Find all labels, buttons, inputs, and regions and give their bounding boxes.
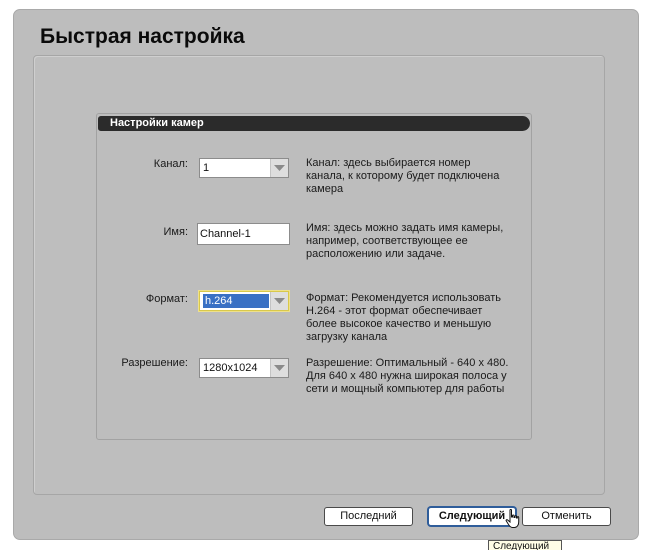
chevron-down-icon[interactable] bbox=[270, 359, 288, 377]
format-select-value: h.264 bbox=[203, 294, 269, 308]
format-select[interactable]: h.264 bbox=[199, 291, 289, 311]
group-header: Настройки камер bbox=[98, 116, 530, 131]
channel-select[interactable]: 1 bbox=[199, 158, 289, 178]
resolution-label: Разрешение: bbox=[121, 357, 188, 369]
format-label: Формат: bbox=[145, 293, 188, 305]
hand-pointer-icon bbox=[505, 509, 520, 528]
resolution-select-value: 1280x1024 bbox=[203, 362, 258, 374]
channel-description: Канал: здесь выбирается номер канала, к … bbox=[306, 157, 500, 195]
chevron-down-icon[interactable] bbox=[270, 292, 288, 310]
next-button[interactable]: Следующий bbox=[428, 507, 516, 526]
resolution-select[interactable]: 1280x1024 bbox=[199, 358, 289, 378]
channel-select-value: 1 bbox=[203, 162, 210, 174]
cancel-button[interactable]: Отменить bbox=[522, 507, 611, 526]
last-button[interactable]: Последний bbox=[324, 507, 413, 526]
format-description: Формат: Рекомендуется использовать H.264… bbox=[306, 292, 501, 343]
chevron-down-icon[interactable] bbox=[270, 159, 288, 177]
tooltip: Следующий bbox=[488, 540, 562, 550]
name-input[interactable]: Channel-1 bbox=[197, 223, 290, 245]
resolution-description: Разрешение: Оптимальный - 640 x 480. Для… bbox=[306, 357, 509, 395]
name-label: Имя: bbox=[163, 226, 188, 238]
channel-label: Канал: bbox=[153, 158, 188, 170]
name-description: Имя: здесь можно задать имя камеры, напр… bbox=[306, 222, 504, 260]
page-title: Быстрая настройка bbox=[40, 25, 245, 48]
